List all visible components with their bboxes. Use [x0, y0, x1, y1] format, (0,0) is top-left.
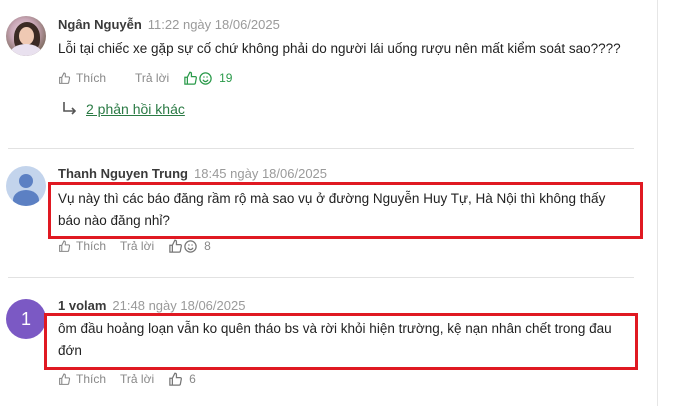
more-replies-link[interactable]: 2 phản hồi khác	[86, 101, 185, 117]
comment-time: 11:22 ngày 18/06/2025	[147, 17, 280, 32]
like-button[interactable]: Thích	[58, 239, 106, 253]
avatar[interactable]: 1	[6, 299, 46, 339]
thumb-up-icon	[59, 240, 71, 252]
reply-icon	[120, 73, 130, 83]
highlight-box	[48, 182, 643, 239]
scroll-edge-rule	[657, 0, 658, 406]
thumb-up-icon	[59, 373, 71, 385]
comment-actions: Thích Trả lời 6	[58, 370, 196, 388]
reaction-like-icon	[184, 71, 198, 85]
reaction-haha-icon	[184, 239, 197, 253]
reaction-summary[interactable]: 19	[183, 71, 232, 86]
like-button[interactable]: Thích	[58, 71, 106, 85]
comment-author[interactable]: 1 volam 21:48 ngày 18/06/2025	[58, 298, 245, 313]
reaction-summary[interactable]: 6	[168, 372, 196, 387]
comment-divider	[8, 277, 634, 278]
reaction-summary[interactable]: 8	[168, 239, 211, 254]
comment-author[interactable]: Thanh Nguyen Trung 18:45 ngày 18/06/2025	[58, 166, 327, 181]
comment-time: 21:48 ngày 18/06/2025	[112, 298, 246, 313]
reply-button[interactable]: Trả lời	[120, 372, 154, 386]
like-button[interactable]: Thích	[58, 372, 106, 386]
comment-actions: Thích Trả lời 8	[58, 237, 211, 255]
comment-divider	[8, 148, 634, 149]
comment-actions: Thích Trả lời 19	[58, 69, 232, 87]
reaction-like-icon	[169, 372, 183, 386]
comment-text: Lỗi tại chiếc xe gặp sự cố chứ không phả…	[58, 41, 621, 56]
avatar[interactable]	[6, 16, 46, 56]
reaction-count: 19	[219, 71, 233, 85]
reaction-like-icon	[169, 239, 183, 253]
reaction-haha-icon	[199, 71, 212, 85]
avatar[interactable]	[6, 166, 46, 206]
comment-author[interactable]: Ngân Nguyễn 11:22 ngày 18/06/2025	[58, 17, 280, 32]
comment-time: 18:45 ngày 18/06/2025	[194, 166, 328, 181]
highlight-box	[44, 313, 638, 370]
thumb-up-icon	[59, 72, 71, 84]
reaction-count: 8	[204, 239, 211, 253]
more-replies[interactable]: 2 phản hồi khác	[62, 101, 185, 117]
reply-arrow-icon	[63, 102, 77, 115]
reaction-count: 6	[189, 372, 196, 386]
reply-button[interactable]: Trả lời	[120, 239, 154, 253]
reply-button[interactable]: Trả lời	[120, 71, 169, 85]
